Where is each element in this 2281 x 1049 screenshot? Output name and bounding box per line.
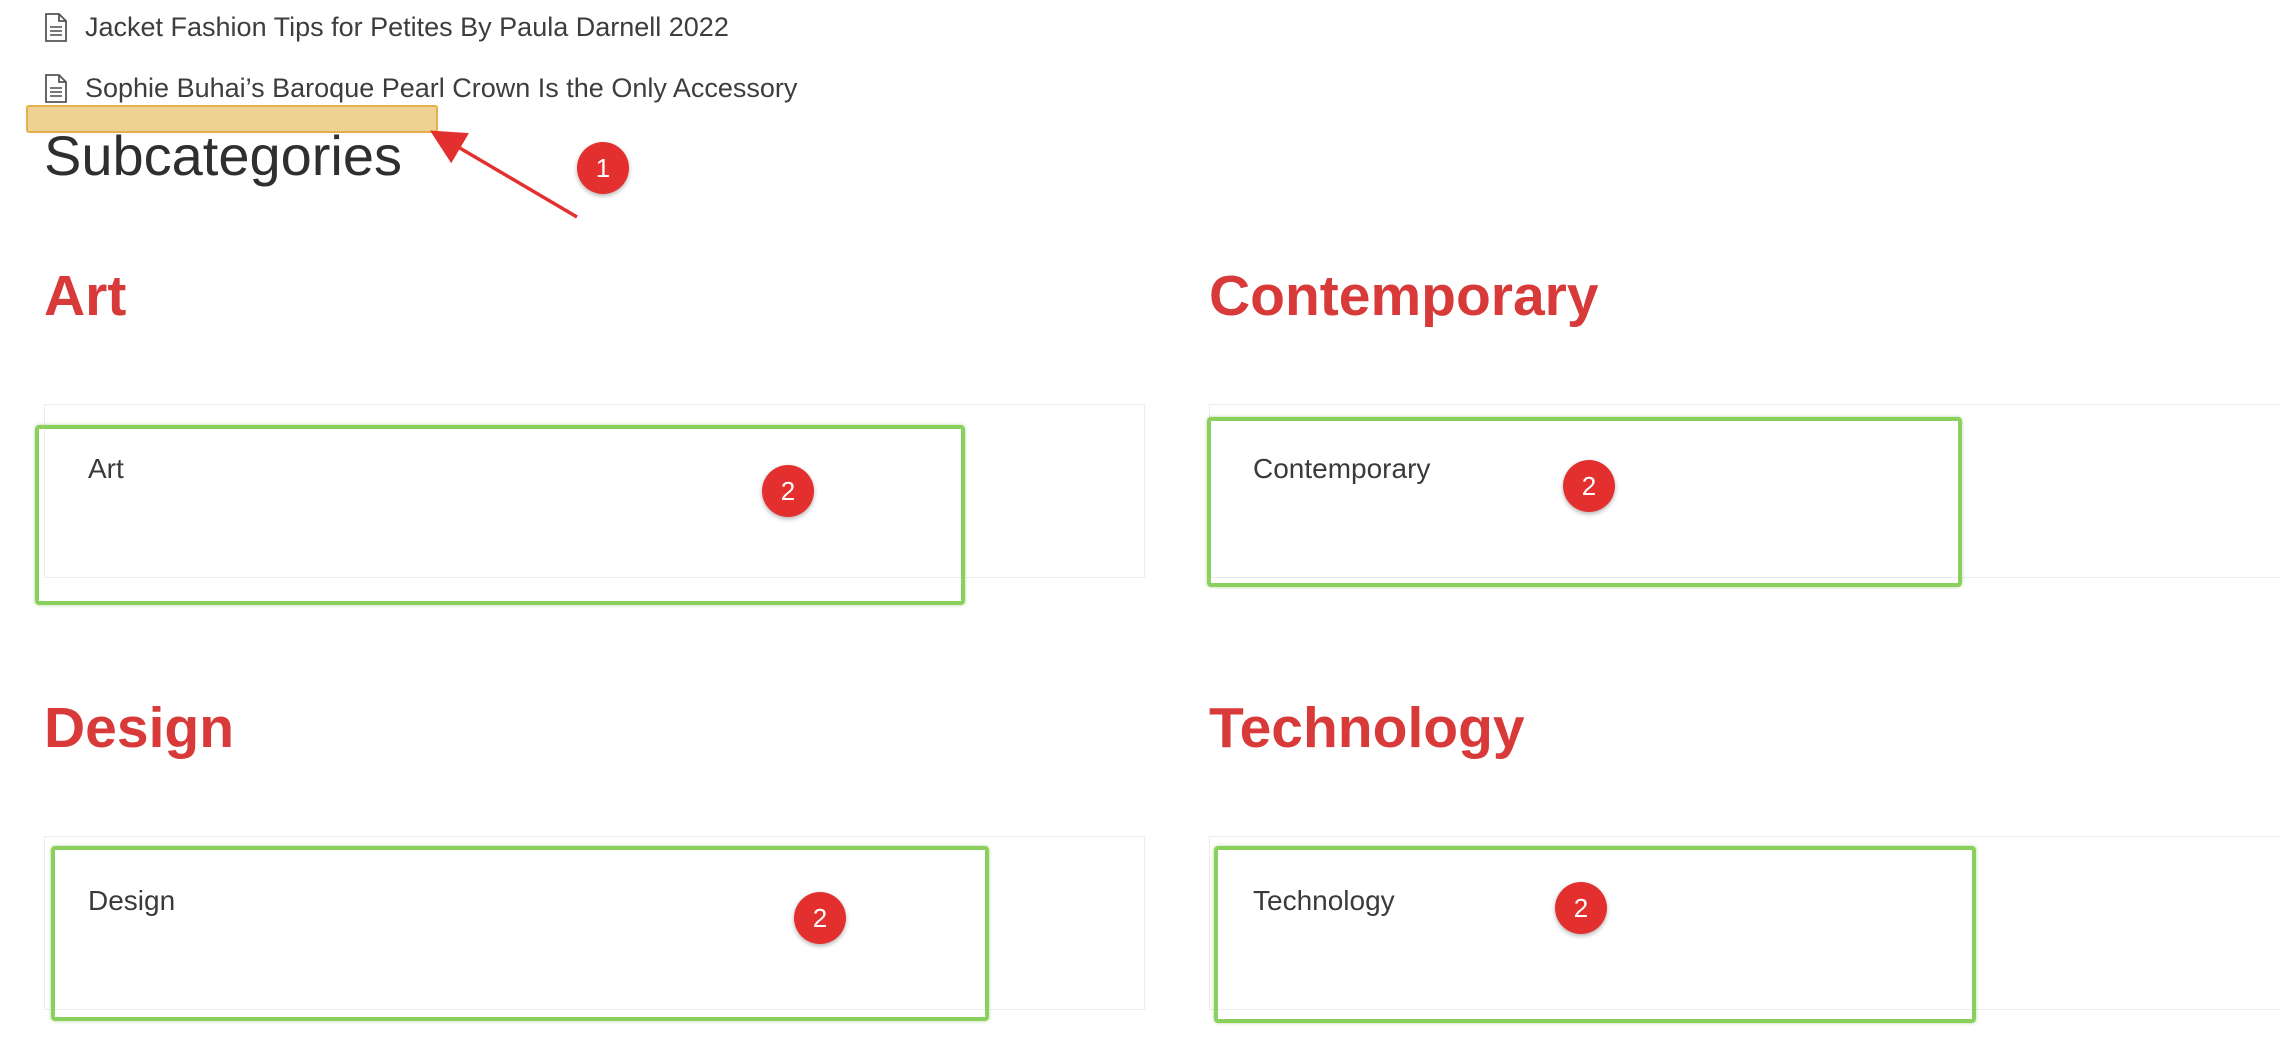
subcategories-heading: Subcategories [44, 124, 403, 187]
category-card-label: Contemporary [1253, 453, 1431, 484]
category-card-art[interactable]: Art [44, 404, 1145, 578]
category-heading-contemporary[interactable]: Contemporary [1209, 258, 1599, 334]
category-card-label: Art [88, 453, 124, 484]
document-icon [45, 13, 67, 42]
category-heading-art[interactable]: Art [44, 258, 126, 334]
category-card-label: Design [88, 885, 176, 916]
article-title: Jacket Fashion Tips for Petites By Paula… [85, 12, 729, 42]
document-icon [45, 74, 67, 103]
category-heading-technology[interactable]: Technology [1209, 690, 1525, 766]
category-card-technology[interactable]: Technology [1209, 836, 2281, 1010]
category-card-contemporary[interactable]: Contemporary [1209, 404, 2281, 578]
article-title: Sophie Buhai’s Baroque Pearl Crown Is th… [85, 73, 798, 103]
category-card-label: Technology [1253, 885, 1395, 916]
category-heading-design[interactable]: Design [44, 690, 234, 766]
article-link-jacket-fashion[interactable]: Jacket Fashion Tips for Petites By Paula… [44, 12, 729, 43]
step-badge: 1 [577, 142, 629, 194]
article-link-baroque-pearl-crown[interactable]: Sophie Buhai’s Baroque Pearl Crown Is th… [44, 73, 797, 104]
category-card-design[interactable]: Design [44, 836, 1145, 1010]
